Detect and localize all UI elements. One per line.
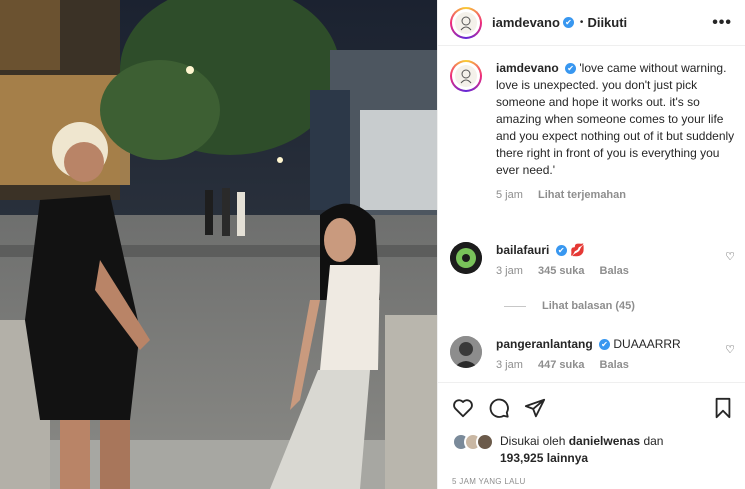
author-username[interactable]: iamdevano bbox=[492, 15, 560, 30]
verified-badge-icon: ✔ bbox=[565, 63, 577, 75]
liker-avatar[interactable] bbox=[476, 433, 494, 451]
liker-username[interactable]: danielwenas bbox=[569, 434, 640, 448]
caption-text-block: iamdevano ✔ 'love came without warning. … bbox=[496, 60, 736, 179]
avatar-illustration bbox=[455, 11, 477, 34]
likes-prefix: Disukai oleh bbox=[500, 434, 566, 448]
more-options-icon[interactable]: ••• bbox=[712, 14, 732, 32]
likes-count[interactable]: 193,925 bbox=[500, 451, 543, 465]
comment-line: pangeranlantang ✔ DUAAARRR bbox=[496, 336, 716, 353]
comment-time[interactable]: 3 jam bbox=[496, 265, 523, 277]
comment-time[interactable]: 3 jam bbox=[496, 359, 523, 371]
caption-time[interactable]: 5 jam bbox=[496, 189, 523, 201]
replies-divider bbox=[504, 305, 526, 307]
follow-status-button[interactable]: Diikuti bbox=[587, 15, 627, 30]
caption-meta: 5 jam Lihat terjemahan bbox=[496, 189, 736, 201]
commenter-username[interactable]: pangeranlantang bbox=[496, 337, 593, 351]
reply-button[interactable]: Balas bbox=[600, 265, 629, 277]
commenter-username[interactable]: bailafauri bbox=[496, 243, 549, 257]
verified-badge-icon: ✔ bbox=[555, 245, 567, 257]
post-viewer: iamdevano ✔ • Diikuti ••• iamdevano ✔ 'l… bbox=[0, 0, 745, 489]
caption-author-avatar[interactable] bbox=[450, 60, 482, 92]
comment-like-heart-icon[interactable]: ♡ bbox=[725, 343, 735, 356]
author-avatar[interactable] bbox=[450, 6, 482, 39]
comment-like-heart-icon[interactable]: ♡ bbox=[725, 250, 735, 263]
post-header: iamdevano ✔ • Diikuti ••• bbox=[438, 0, 745, 46]
comment-text: 💋 bbox=[570, 243, 585, 257]
comment-item: bailafauri ✔ 💋 3 jam 345 suka Balas bbox=[450, 242, 740, 277]
likes-summary: Disukai oleh danielwenas dan 193,925 lai… bbox=[452, 433, 663, 467]
side-panel: iamdevano ✔ • Diikuti ••• iamdevano ✔ 'l… bbox=[437, 0, 745, 489]
likes-conj: dan bbox=[643, 434, 664, 448]
comment-meta: 3 jam 345 suka Balas bbox=[496, 265, 716, 277]
share-icon[interactable] bbox=[524, 397, 546, 422]
verified-badge-icon: ✔ bbox=[562, 17, 574, 28]
avatar-illustration bbox=[455, 65, 477, 87]
post-caption: iamdevano ✔ 'love came without warning. … bbox=[450, 60, 740, 201]
post-actions: Disukai oleh danielwenas dan 193,925 lai… bbox=[438, 382, 745, 489]
reply-button[interactable]: Balas bbox=[600, 359, 629, 371]
comment-meta: 3 jam 447 suka Balas bbox=[496, 359, 716, 371]
caption-text: 'love came without warning. love is unex… bbox=[496, 61, 735, 177]
likes-text: Disukai oleh danielwenas dan 193,925 lai… bbox=[500, 433, 663, 467]
view-replies-label: Lihat balasan (45) bbox=[542, 300, 635, 312]
translate-link[interactable]: Lihat terjemahan bbox=[538, 189, 626, 201]
comment-item: pangeranlantang ✔ DUAAARRR 3 jam 447 suk… bbox=[450, 336, 740, 371]
comment-likes[interactable]: 345 suka bbox=[538, 265, 584, 277]
separator-dot: • bbox=[579, 17, 584, 28]
likes-suffix[interactable]: lainnya bbox=[547, 451, 588, 465]
post-photo[interactable] bbox=[0, 0, 437, 489]
action-icons bbox=[452, 397, 546, 422]
comment-text: DUAAARRR bbox=[613, 337, 681, 351]
verified-badge-icon: ✔ bbox=[599, 339, 611, 351]
view-replies-button[interactable]: Lihat balasan (45) bbox=[504, 300, 635, 312]
heart-icon[interactable] bbox=[452, 397, 474, 422]
comment-icon[interactable] bbox=[488, 397, 510, 422]
commenter-avatar[interactable] bbox=[450, 242, 482, 274]
bookmark-icon[interactable] bbox=[712, 397, 734, 422]
comment-line: bailafauri ✔ 💋 bbox=[496, 242, 716, 259]
caption-username[interactable]: iamdevano bbox=[496, 61, 559, 75]
street-night-photo bbox=[0, 0, 437, 489]
posted-time[interactable]: 5 JAM YANG LALU bbox=[452, 477, 526, 486]
commenter-avatar[interactable] bbox=[450, 336, 482, 368]
comment-likes[interactable]: 447 suka bbox=[538, 359, 584, 371]
